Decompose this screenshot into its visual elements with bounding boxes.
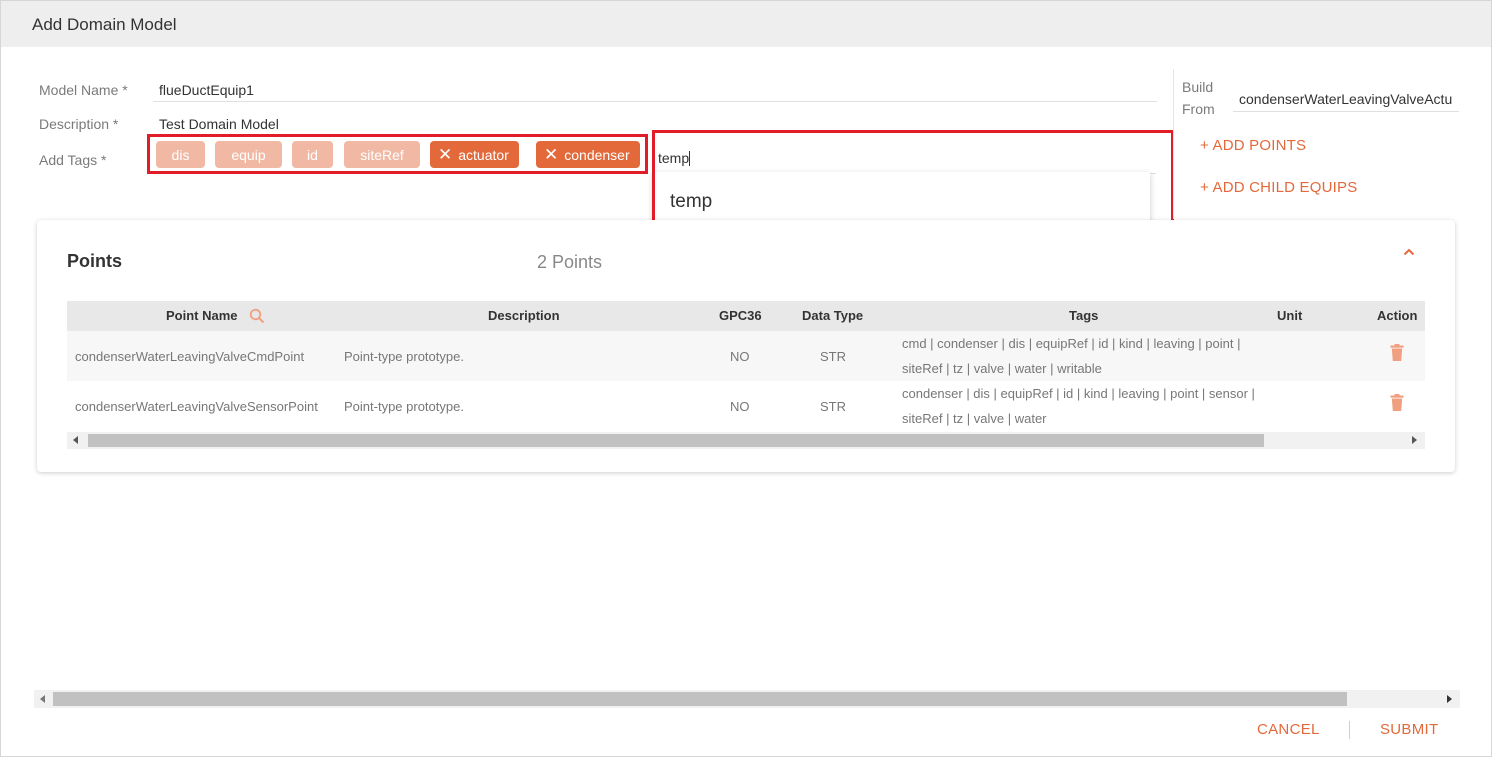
column-header-description: Description [488, 308, 560, 323]
description-input[interactable]: Test Domain Model [159, 116, 279, 132]
add-points-button[interactable]: + ADD POINTS [1200, 137, 1306, 154]
description-cell: Point-type prototype. [344, 349, 464, 364]
column-header-unit: Unit [1277, 308, 1303, 323]
tags-line: condenser | dis | equipRef | id | kind |… [902, 386, 1255, 401]
submit-button[interactable]: SUBMIT [1380, 721, 1438, 738]
data-type-cell: STR [820, 399, 846, 414]
build-from-select[interactable]: condenserWaterLeavingValveActu [1239, 91, 1459, 107]
trash-icon[interactable] [1390, 344, 1404, 361]
points-count: 2 Points [537, 252, 603, 272]
table-scrollbar-thumb[interactable] [88, 434, 1264, 447]
dialog-title: Add Domain Model [32, 15, 177, 34]
scroll-right-arrow[interactable] [1447, 695, 1452, 703]
description-cell: Point-type prototype. [344, 399, 464, 414]
point-name-cell: condenserWaterLeavingValveCmdPoint [75, 349, 305, 364]
column-divider [1173, 69, 1174, 219]
build-from-underline [1233, 111, 1459, 112]
scroll-right-arrow[interactable] [1412, 436, 1417, 444]
footer-separator [1349, 721, 1350, 739]
tags-line: siteRef | tz | valve | water | writable [902, 361, 1102, 376]
point-name-cell: condenserWaterLeavingValveSensorPoint [75, 399, 318, 414]
search-icon[interactable] [249, 308, 265, 324]
trash-icon[interactable] [1390, 394, 1404, 411]
description-label: Description * [39, 116, 119, 132]
column-header-tags: Tags [1069, 308, 1099, 323]
scroll-left-arrow[interactable] [40, 695, 45, 703]
dialog-header: Add Domain Model [1, 1, 1491, 47]
tags-cell: cmd | condenser | dis | equipRef | id | … [902, 331, 1272, 381]
build-from-label: Build [1182, 79, 1214, 95]
cancel-button[interactable]: CANCEL [1257, 721, 1320, 738]
model-name-label: Model Name * [39, 82, 128, 98]
model-name-input[interactable]: flueDuctEquip1 [159, 82, 254, 98]
column-header-action: Action [1377, 308, 1418, 323]
add-domain-model-dialog: Add Domain Model Model Name * flueDuctEq… [0, 0, 1492, 757]
gpc36-cell: NO [730, 349, 750, 364]
build-from-label: From [1182, 101, 1215, 117]
tags-line: siteRef | tz | valve | water [902, 411, 1047, 426]
points-title: Points [67, 251, 123, 271]
gpc36-cell: NO [730, 399, 750, 414]
tags-cell: condenser | dis | equipRef | id | kind |… [902, 381, 1272, 431]
tags-line: cmd | condenser | dis | equipRef | id | … [902, 336, 1241, 351]
data-type-cell: STR [820, 349, 846, 364]
chevron-up-icon[interactable] [1403, 246, 1415, 258]
dialog-scrollbar-thumb[interactable] [53, 692, 1347, 706]
add-child-equips-button[interactable]: + ADD CHILD EQUIPS [1200, 179, 1357, 196]
scroll-left-arrow[interactable] [73, 436, 78, 444]
model-name-underline [153, 101, 1157, 102]
add-tags-label: Add Tags * [39, 152, 107, 168]
column-header-gpc36: GPC36 [719, 308, 762, 323]
column-header-point-name: Point Name [166, 308, 238, 323]
column-header-data-type: Data Type [802, 308, 864, 323]
tags-highlight-box [147, 134, 648, 174]
